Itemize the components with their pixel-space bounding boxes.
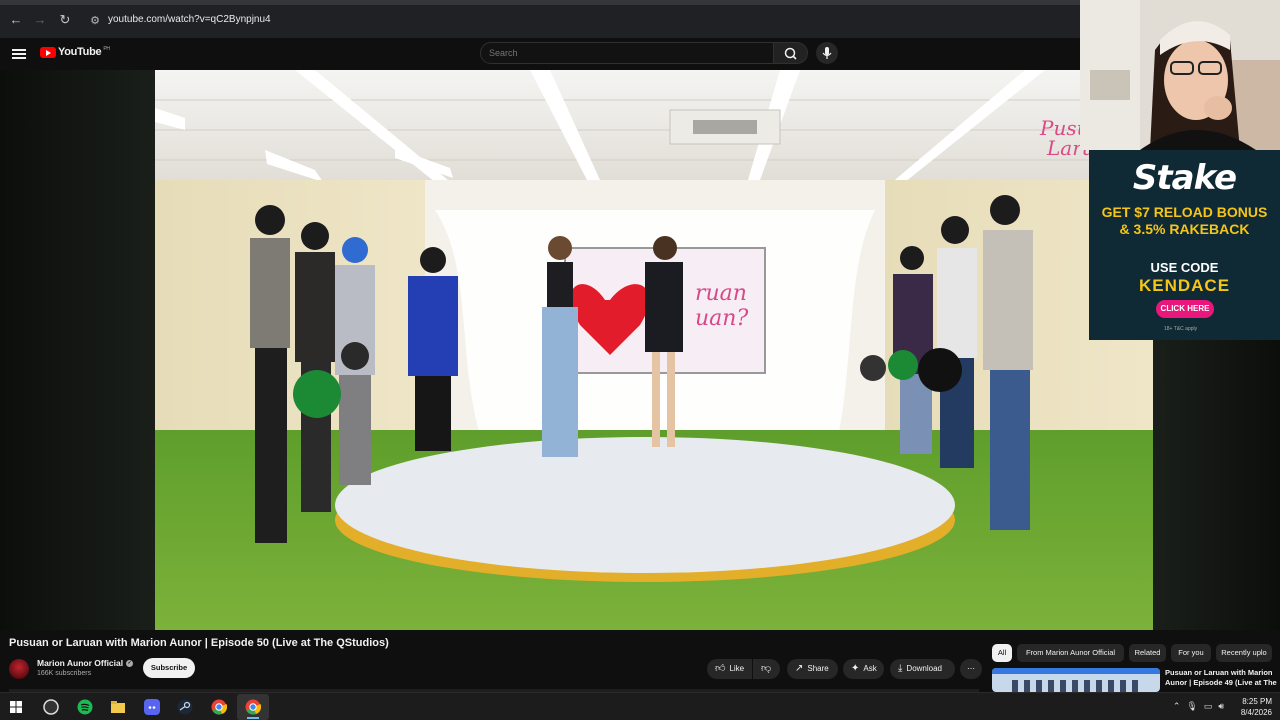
voice-search-button[interactable]: [816, 42, 838, 64]
chrome-active-icon: [245, 699, 261, 715]
related-video-thumbnail[interactable]: [992, 668, 1160, 692]
system-clock[interactable]: 8:25 PM 8/4/2026: [1241, 696, 1272, 718]
like-button[interactable]: 👍︎ Like: [707, 659, 752, 679]
network-icon[interactable]: ▭: [1204, 701, 1219, 711]
svg-text:uan?: uan?: [695, 306, 748, 331]
search-input[interactable]: [489, 46, 759, 60]
more-actions-button[interactable]: ⋯: [960, 659, 982, 679]
chip-all[interactable]: All: [992, 644, 1012, 662]
steam-icon[interactable]: [177, 699, 193, 715]
chip-recently-uploaded[interactable]: Recently uplo: [1216, 644, 1272, 662]
volume-icon[interactable]: 🔊︎: [1218, 701, 1230, 711]
search-button[interactable]: [774, 42, 808, 64]
channel-name-row[interactable]: Marion Aunor Official ✓: [37, 658, 134, 668]
like-label: Like: [729, 664, 745, 673]
back-icon[interactable]: ←: [8, 12, 24, 28]
chrome-icon[interactable]: [211, 699, 227, 715]
ask-label: Ask: [863, 664, 877, 673]
more-icon: ⋯: [967, 664, 975, 673]
ad-click-here-button[interactable]: CLICK HERE: [1156, 300, 1214, 318]
active-chrome-window[interactable]: [237, 694, 269, 720]
ask-button[interactable]: ✦ Ask: [843, 659, 884, 679]
ad-brand: Stake: [1132, 158, 1237, 198]
youtube-logo-text: YouTube: [58, 46, 102, 58]
streamer-webcam-image: [1080, 0, 1280, 150]
address-bar[interactable]: ⚙ youtube.com/watch?v=qC2Bynpjnu4: [82, 10, 1082, 32]
clock-date: 8/4/2026: [1240, 708, 1272, 717]
microphone-icon: [822, 47, 832, 59]
channel-avatar[interactable]: [9, 659, 29, 679]
chip-related[interactable]: Related: [1129, 644, 1166, 662]
youtube-header: YouTube PH: [0, 38, 1080, 70]
system-tray[interactable]: ⌃🎙︎▭🔊︎: [1173, 701, 1230, 712]
dislike-button[interactable]: 👎︎: [753, 659, 780, 679]
related-video-title[interactable]: Pusuan or Laruan with Marion Aunor | Epi…: [1165, 668, 1277, 690]
video-letterbox-left: [0, 70, 155, 630]
ad-promo-code: KENDACE: [1138, 276, 1231, 295]
spotify-icon[interactable]: [77, 699, 93, 715]
webcam-overlay: [1080, 0, 1280, 150]
thumbs-up-icon: 👍︎: [715, 663, 726, 674]
share-label: Share: [807, 664, 829, 673]
site-info-icon[interactable]: ⚙: [88, 14, 102, 28]
windows-start-icon[interactable]: [8, 699, 24, 715]
youtube-logo[interactable]: YouTube PH: [58, 46, 110, 58]
windows-taskbar: ⌃🎙︎▭🔊︎ 8:25 PM 8/4/2026: [0, 692, 1280, 720]
svg-text:ruan: ruan: [695, 281, 747, 306]
sponsor-ad-overlay[interactable]: Stake GET $7 RELOAD BONUS & 3.5% RAKEBAC…: [1089, 150, 1280, 340]
video-player[interactable]: ruan uan? Pusu Laru: [155, 70, 1153, 630]
ad-offer: GET $7 RELOAD BONUS & 3.5% RAKEBACK: [1101, 204, 1268, 237]
ad-use-code-label: USE CODE: [1150, 260, 1219, 275]
subscribe-button[interactable]: Subscribe: [143, 658, 195, 678]
download-label: Download: [906, 664, 942, 673]
youtube-logo-icon[interactable]: [40, 47, 56, 58]
download-icon: ⤓: [898, 663, 903, 674]
forward-icon[interactable]: →: [32, 12, 48, 28]
chevron-up-icon[interactable]: ⌃: [1173, 701, 1187, 711]
clock-time: 8:25 PM: [1242, 697, 1272, 706]
file-explorer-icon[interactable]: [110, 699, 126, 715]
channel-name[interactable]: Marion Aunor Official: [37, 658, 123, 668]
video-frame: ruan uan? Pusu Laru: [155, 70, 1153, 630]
search-box[interactable]: [480, 42, 774, 64]
download-button[interactable]: ⤓ Download: [890, 659, 955, 679]
region-code: PH: [103, 46, 110, 53]
share-icon: ↗: [795, 663, 804, 674]
address-url[interactable]: youtube.com/watch?v=qC2Bynpjnu4: [108, 14, 271, 25]
discord-icon[interactable]: [144, 699, 160, 715]
video-title: Pusuan or Laruan with Marion Aunor | Epi…: [9, 637, 389, 649]
search-icon: [784, 47, 797, 60]
obs-icon[interactable]: [43, 699, 59, 715]
verified-check-icon: ✓: [126, 660, 134, 668]
mic-tray-icon[interactable]: 🎙︎: [1186, 701, 1203, 711]
share-button[interactable]: ↗ Share: [787, 659, 838, 679]
hamburger-menu-icon[interactable]: [12, 47, 26, 61]
ad-fine-print: 18+ T&C apply: [1164, 326, 1198, 332]
video-letterbox-right: [1153, 340, 1280, 630]
chip-for-you[interactable]: For you: [1171, 644, 1211, 662]
chip-from-channel[interactable]: From Marion Aunor Official: [1017, 644, 1124, 662]
reload-icon[interactable]: ↻: [57, 12, 73, 28]
sparkle-icon: ✦: [851, 663, 860, 674]
subscriber-count: 166K subscribers: [37, 670, 92, 677]
thumbs-down-icon: 👎︎: [761, 663, 772, 674]
